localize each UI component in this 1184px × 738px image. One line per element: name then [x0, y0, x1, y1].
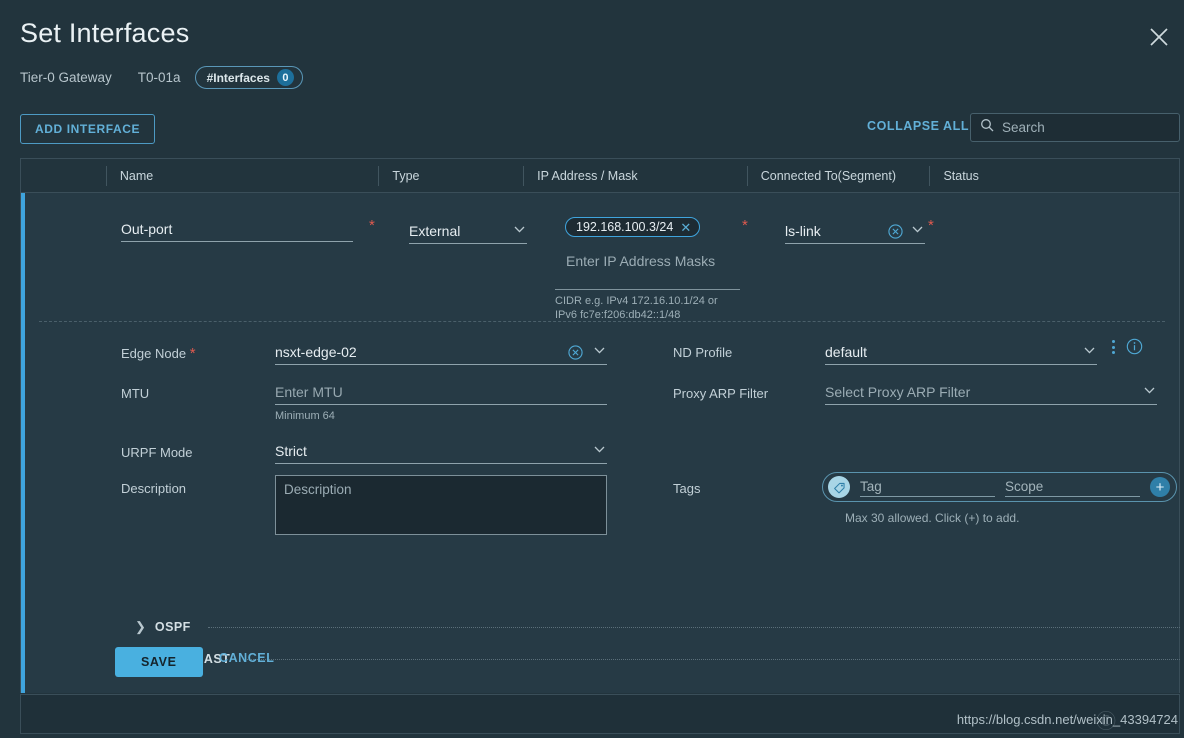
tags-label: Tags: [673, 481, 701, 496]
proxy-arp-filter-select[interactable]: Select Proxy ARP Filter: [825, 382, 1157, 405]
column-header-ip-address-mask: IP Address / Mask: [523, 165, 747, 186]
mtu-hint: Minimum 64: [275, 410, 335, 422]
nd-profile-select[interactable]: default: [825, 342, 1097, 365]
mtu-label: MTU: [121, 386, 150, 401]
tags-input-group: +: [822, 472, 1177, 502]
save-button[interactable]: SAVE: [115, 647, 203, 677]
section-ospf-label: OSPF: [154, 620, 191, 634]
edge-node-value: nsxt-edge-02: [275, 344, 357, 360]
proxy-arp-filter-value: Select Proxy ARP Filter: [825, 384, 971, 400]
description-textarea[interactable]: [275, 475, 607, 535]
name-input[interactable]: [121, 219, 353, 242]
column-header-name: Name: [105, 165, 379, 186]
type-select-value: External: [409, 223, 461, 239]
interface-primary-fields: * External 192.168.100.3/24 ✕: [25, 193, 1179, 321]
urpf-mode-value-wrap[interactable]: Strict: [275, 441, 607, 464]
edge-node-label-text: Edge Node: [121, 346, 187, 361]
proxy-arp-filter-value-wrap[interactable]: Select Proxy ARP Filter: [825, 382, 1157, 405]
ip-chip[interactable]: 192.168.100.3/24 ✕: [565, 217, 701, 237]
interfaces-badge-label: #Interfaces: [206, 70, 270, 85]
ip-chip-inner: 192.168.100.3/24 ✕: [565, 217, 701, 237]
urpf-mode-select[interactable]: Strict: [275, 441, 607, 464]
urpf-mode-label: URPF Mode: [121, 445, 193, 460]
section-multicast[interactable]: ❯ MULTICAST: [135, 651, 1180, 667]
section-ospf-divider: [207, 626, 1180, 628]
search-icon: [980, 118, 994, 137]
table-row: * External 192.168.100.3/24 ✕: [21, 193, 1180, 693]
chevron-down-icon: [1084, 347, 1095, 354]
scope-input[interactable]: [1005, 477, 1140, 497]
ip-required-marker: *: [742, 217, 748, 234]
search-box[interactable]: Search: [970, 113, 1180, 142]
chevron-down-icon: [594, 446, 605, 453]
ip-field-underline: [555, 289, 740, 290]
column-header-status: Status: [929, 165, 1179, 186]
nd-profile-label: ND Profile: [673, 345, 733, 360]
name-field-wrap: [121, 219, 366, 242]
section-ospf[interactable]: ❯ OSPF: [135, 619, 1180, 635]
nd-profile-value-wrap[interactable]: default: [825, 342, 1097, 365]
ip-hint-line1: CIDR e.g. IPv4 172.16.10.1/24 or: [555, 295, 718, 307]
cancel-button[interactable]: CANCEL: [213, 650, 280, 666]
interfaces-badge-count: 0: [276, 69, 294, 86]
page-title: Set Interfaces: [20, 18, 190, 48]
chevron-down-icon: [912, 226, 923, 233]
breadcrumb-gateway-type: Tier-0 Gateway: [20, 70, 112, 85]
breadcrumb: Tier-0 Gateway T0-01a #Interfaces 0: [20, 66, 303, 89]
clear-connected-to-icon[interactable]: [888, 224, 903, 239]
clear-edge-node-icon[interactable]: [568, 345, 583, 360]
ip-chip-label: 192.168.100.3/24: [576, 220, 674, 234]
info-icon[interactable]: [1126, 338, 1143, 360]
column-header-expand: [21, 166, 106, 186]
column-header-type: Type: [378, 165, 523, 186]
edge-node-label: Edge Node *: [121, 345, 196, 362]
collapse-all-button[interactable]: COLLAPSE ALL: [867, 119, 969, 133]
connected-to-required-marker: *: [928, 217, 934, 234]
tag-icon: [828, 476, 850, 498]
ip-hint: CIDR e.g. IPv4 172.16.10.1/24 or IPv6 fc…: [555, 295, 755, 323]
plus-icon[interactable]: +: [1150, 477, 1170, 497]
search-input[interactable]: Search: [1002, 120, 1045, 135]
interfaces-count-badge: #Interfaces 0: [194, 66, 303, 89]
connected-to-value: ls-link: [785, 223, 821, 239]
ip-address-input[interactable]: Enter IP Address Masks: [566, 253, 715, 269]
breadcrumb-gateway-name: T0-01a: [137, 70, 181, 85]
section-multicast-divider: [247, 658, 1180, 660]
name-required-marker: *: [369, 217, 375, 234]
kebab-menu-icon[interactable]: [1112, 340, 1115, 354]
nd-profile-value: default: [825, 344, 868, 360]
edge-node-required-marker: *: [189, 345, 196, 362]
set-interfaces-dialog: Set Interfaces Tier-0 Gateway T0-01a #In…: [0, 0, 1184, 738]
add-interface-button[interactable]: ADD INTERFACE: [20, 114, 156, 144]
edge-node-select[interactable]: nsxt-edge-02: [275, 342, 607, 365]
proxy-arp-filter-label: Proxy ARP Filter: [673, 386, 769, 401]
close-icon[interactable]: [1146, 24, 1172, 50]
urpf-mode-value: Strict: [275, 443, 307, 459]
type-select-value-wrap[interactable]: External: [409, 221, 527, 244]
chevron-down-icon: [594, 347, 605, 354]
tag-input[interactable]: [860, 477, 995, 497]
connected-to-select[interactable]: ls-link: [785, 221, 925, 244]
watermark-url: https://blog.csdn.net/weixin_43394724: [956, 712, 1178, 727]
edge-node-value-wrap[interactable]: nsxt-edge-02: [275, 342, 607, 365]
interface-detail-form: Edge Node * nsxt-edge-02 MTU Enter MTU M…: [25, 322, 1179, 572]
ip-hint-line2: IPv6 fc7e:f206:db42::1/48: [555, 308, 681, 321]
remove-ip-chip-icon[interactable]: ✕: [680, 221, 691, 234]
chevron-right-icon[interactable]: ❯: [135, 619, 146, 635]
column-header-connected-to: Connected To(Segment): [746, 165, 930, 186]
connected-to-value-wrap[interactable]: ls-link: [785, 221, 925, 244]
mtu-input[interactable]: [275, 382, 607, 405]
interfaces-table: Name Type IP Address / Mask Connected To…: [20, 158, 1180, 693]
table-header-row: Name Type IP Address / Mask Connected To…: [21, 159, 1179, 193]
tags-editor: +: [822, 472, 1177, 502]
type-select[interactable]: External: [409, 221, 527, 244]
mtu-field-wrap: [275, 382, 607, 405]
chevron-down-icon: [514, 226, 525, 233]
description-label: Description: [121, 481, 187, 496]
chevron-down-icon: [1144, 387, 1155, 394]
tags-hint: Max 30 allowed. Click (+) to add.: [845, 511, 1020, 525]
